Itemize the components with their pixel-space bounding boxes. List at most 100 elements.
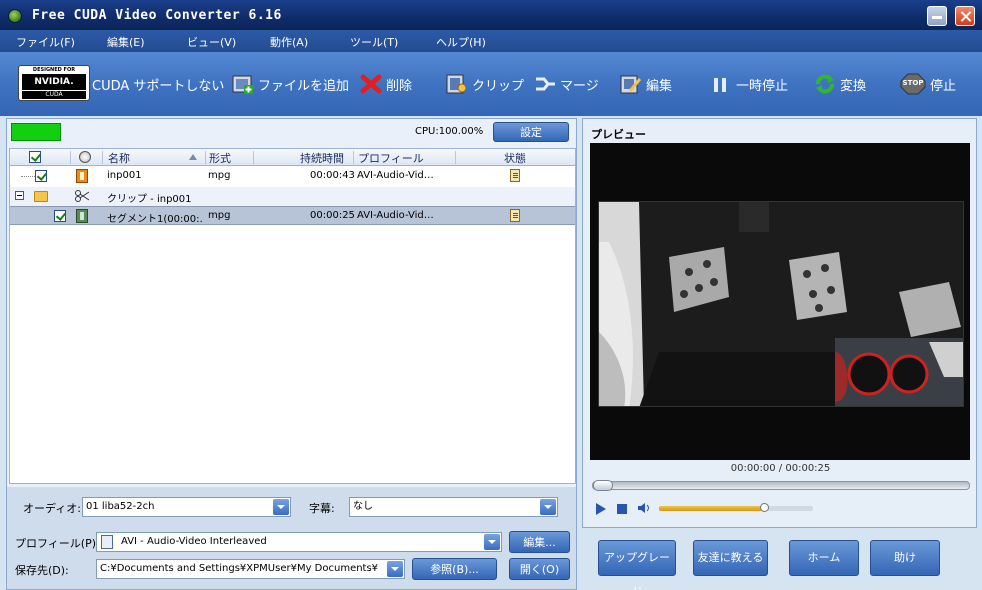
nvidia-cuda-logo: DESIGNED FOR NVIDIA. CUDA (18, 65, 90, 101)
profile-edit-button[interactable]: 編集... (509, 531, 570, 553)
header-status[interactable]: 状態 (504, 150, 526, 166)
save-path-select[interactable]: C:¥Documents and Settings¥XPMUser¥My Doc… (96, 559, 405, 579)
header-duration[interactable]: 持続時間 (300, 150, 344, 166)
convert-label: 変換 (840, 78, 867, 94)
seek-knob[interactable] (593, 480, 613, 491)
merge-button[interactable]: マージ (534, 52, 599, 116)
close-button[interactable] (955, 6, 975, 26)
menu-edit[interactable]: 編集(E) (107, 34, 145, 50)
clip-button[interactable]: クリップ (446, 52, 524, 116)
row-duration: 00:00:43 (310, 170, 355, 181)
add-file-label: ファイルを追加 (258, 78, 350, 94)
file-list-header: 名称 形式 持続時間 プロフィール 状態 (10, 149, 575, 166)
video-frame-image (598, 201, 964, 407)
select-all-checkbox[interactable] (29, 151, 41, 163)
table-row[interactable]: クリップ - inp001 (10, 187, 575, 206)
add-file-button[interactable]: ファイルを追加 (232, 52, 349, 116)
header-profile[interactable]: プロフィール (358, 150, 424, 166)
menu-action[interactable]: 動作(A) (270, 34, 308, 50)
merge-label: マージ (560, 78, 599, 94)
edit-button[interactable]: 編集 (620, 52, 672, 116)
edit-label: 編集 (646, 78, 673, 94)
options-area: オーディオ: 01 liba52-2ch 字幕: なし プロフィール(P): A… (7, 487, 576, 589)
edit-icon (620, 73, 642, 95)
cuda-status-label: CUDA サポートしない (92, 52, 224, 116)
globe-icon (79, 151, 91, 163)
app-icon (8, 9, 22, 23)
pause-icon (710, 73, 732, 95)
profile-select[interactable]: AVI - Audio-Video Interleaved (96, 532, 502, 552)
row-name: セグメント1(00:00:… (107, 214, 202, 225)
header-name[interactable]: 名称 (108, 150, 130, 166)
menu-tools[interactable]: ツール(T) (350, 34, 398, 50)
settings-button[interactable]: 設定 (493, 122, 569, 142)
chevron-down-icon[interactable] (540, 499, 556, 515)
table-row[interactable]: inp001 mpg 00:00:43 AVI-Audio-Vid… (10, 167, 575, 186)
menu-view[interactable]: ビュー(V) (187, 34, 236, 50)
badge-top-text: DESIGNED FOR (32, 67, 76, 73)
sort-asc-icon (189, 154, 197, 160)
menu-bar: ファイル(F) 編集(E) ビュー(V) 動作(A) ツール(T) ヘルプ(H) (0, 30, 982, 52)
segment-icon (76, 209, 88, 223)
collapse-icon[interactable] (15, 191, 24, 200)
volume-slider[interactable] (659, 503, 813, 512)
audio-label: オーディオ: (23, 502, 81, 515)
upgrade-button[interactable]: アップグレード (598, 540, 676, 590)
save-label: 保存先(D): (15, 564, 69, 577)
preview-panel: プレビュー 00:00:00 / 00:00:25 (582, 118, 977, 528)
bottom-actions: アップグレード 友達に教える ホーム 助け (582, 530, 982, 590)
volume-icon[interactable] (637, 502, 651, 514)
clip-label: クリップ (472, 78, 525, 94)
browse-button[interactable]: 参照(B)... (412, 558, 497, 580)
title-bar: Free CUDA Video Converter 6.16 (0, 0, 982, 30)
home-button[interactable]: ホーム (789, 540, 859, 576)
badge-mid-text: NVIDIA. (22, 74, 86, 90)
menu-file[interactable]: ファイル(F) (16, 34, 75, 50)
profile-value: AVI - Audio-Video Interleaved (121, 536, 267, 547)
stop-playback-icon[interactable] (617, 504, 627, 514)
badge-bot-text: CUDA (22, 91, 86, 99)
audio-select[interactable]: 01 liba52-2ch (82, 497, 291, 517)
header-format[interactable]: 形式 (209, 150, 231, 166)
chevron-down-icon[interactable] (273, 499, 289, 515)
subtitle-select[interactable]: なし (349, 497, 558, 517)
clip-icon (446, 73, 468, 95)
row-checkbox[interactable] (35, 170, 47, 182)
file-list: 名称 形式 持続時間 プロフィール 状態 inp001 mpg 00:00:43… (9, 148, 576, 484)
pause-button[interactable]: 一時停止 (710, 52, 788, 116)
chevron-down-icon[interactable] (484, 534, 500, 550)
volume-knob[interactable] (759, 503, 769, 512)
open-folder-button[interactable]: 開く(O) (509, 558, 570, 580)
file-panel: CPU:100.00% 設定 名称 形式 持続時間 プロフィール 状態 inp0… (6, 118, 577, 590)
video-display[interactable] (590, 143, 970, 460)
profile-label: プロフィール(P): (15, 537, 100, 550)
delete-button[interactable]: 削除 (360, 52, 412, 116)
stop-label: 停止 (930, 78, 957, 94)
stop-button[interactable]: STOP 停止 (900, 52, 956, 116)
play-icon[interactable] (596, 503, 606, 515)
help-button[interactable]: 助け (870, 540, 940, 576)
cpu-usage-label: CPU:100.00% (415, 126, 484, 137)
subtitle-label: 字幕: (309, 502, 335, 515)
profile-file-icon (101, 535, 113, 549)
table-row[interactable]: セグメント1(00:00:… mpg 00:00:25 AVI-Audio-Vi… (10, 206, 575, 225)
menu-help[interactable]: ヘルプ(H) (436, 34, 486, 50)
delete-icon (360, 73, 382, 95)
convert-button[interactable]: 変換 (814, 52, 866, 116)
row-duration: 00:00:25 (310, 210, 355, 221)
convert-icon (814, 73, 836, 95)
save-path-value: C:¥Documents and Settings¥XPMUser¥My Doc… (100, 563, 379, 574)
minimize-button[interactable] (927, 6, 947, 26)
folder-icon (34, 191, 48, 202)
row-checkbox[interactable] (54, 210, 66, 222)
row-profile: AVI-Audio-Vid… (357, 210, 434, 221)
chevron-down-icon[interactable] (387, 561, 403, 577)
delete-label: 削除 (386, 78, 413, 94)
volume-fill (659, 506, 764, 511)
seek-slider[interactable] (592, 480, 970, 491)
tell-friend-button[interactable]: 友達に教える (693, 540, 768, 576)
status-icon (510, 169, 520, 182)
cpu-usage-bar (11, 123, 61, 141)
stop-icon: STOP (900, 73, 926, 95)
preview-title: プレビュー (591, 128, 646, 141)
